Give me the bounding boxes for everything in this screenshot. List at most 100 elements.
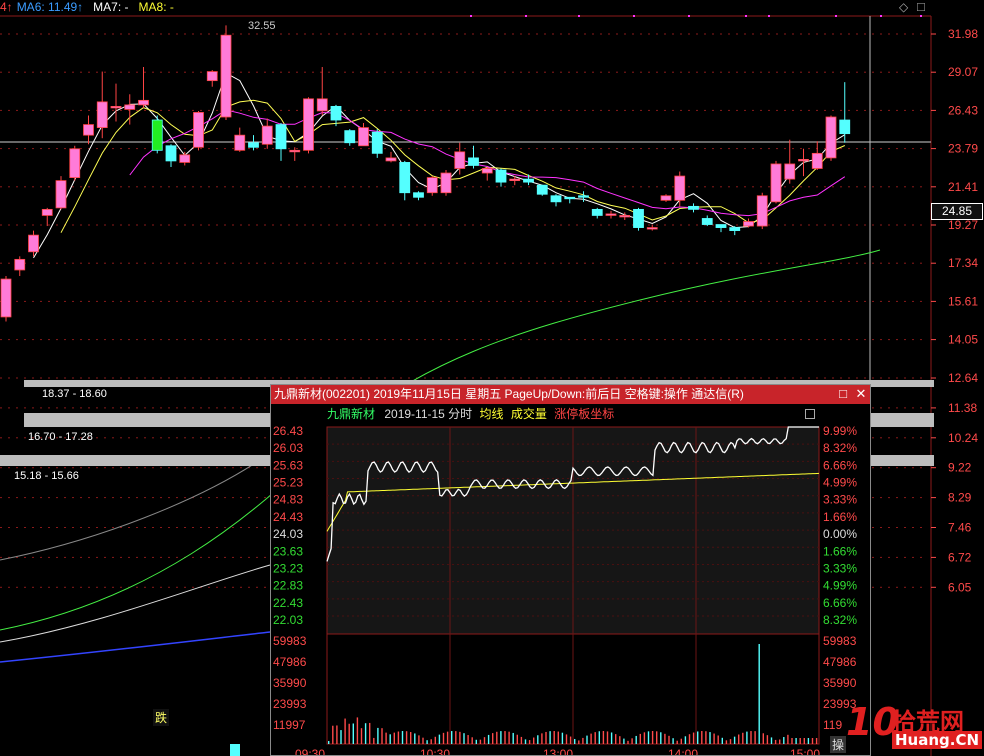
intraday-volume-bar: [623, 738, 625, 744]
intraday-volume-bar: [541, 733, 543, 744]
intraday-volume-bar: [410, 732, 412, 744]
toggle-box-icon[interactable]: [805, 409, 815, 419]
intraday-volume-bar: [574, 738, 576, 744]
limit-scale-label[interactable]: 涨停板坐标: [554, 407, 614, 421]
legend-ma6: MA6: 11.49↑: [16, 0, 84, 14]
candle-body: [344, 130, 356, 144]
top-marker: [745, 15, 747, 17]
price-axis-label: 11.38: [948, 401, 977, 415]
legend-prefix: 4↑: [0, 0, 13, 14]
intraday-volume-bar: [352, 723, 354, 744]
price-axis-label: 12.64: [948, 371, 978, 385]
legend-ma8: MA8: -: [138, 0, 174, 14]
price-axis-label: 15.61: [948, 294, 978, 308]
intraday-volume-bar: [364, 723, 367, 744]
candle-body: [715, 224, 727, 228]
intraday-price-label: 26.03: [273, 441, 303, 455]
candle-body: [550, 195, 562, 203]
ma-magenta-line: [129, 109, 846, 217]
intraday-volume-bar: [709, 732, 711, 744]
price-axis-label: 6.72: [948, 550, 972, 564]
ma-yellow-line: [60, 99, 845, 233]
intraday-volume-bar: [795, 738, 797, 744]
intraday-volume-bar: [676, 740, 678, 744]
intraday-volume-bar: [582, 737, 584, 744]
intraday-volume-bar: [602, 731, 605, 744]
close-icon[interactable]: ✕: [854, 387, 868, 401]
intraday-pct-label: 4.99%: [823, 579, 857, 593]
layout-box-icon[interactable]: □: [917, 0, 925, 14]
intraday-volume-bar: [791, 738, 793, 744]
intraday-volume-bar: [746, 731, 748, 744]
intraday-price-label: 23.23: [273, 561, 303, 575]
top-marker: [880, 15, 882, 17]
avg-line-label: 均线: [479, 407, 504, 421]
intraday-volume-bar: [328, 741, 330, 744]
intraday-volume-bar: [389, 734, 391, 744]
price-axis-label: 8.29: [948, 491, 972, 505]
intraday-volume-bar: [758, 644, 760, 744]
legend-ma7: MA7: -: [93, 0, 129, 14]
intraday-volume-bar: [377, 727, 379, 744]
candle-body: [165, 145, 177, 162]
intraday-volume-bar: [471, 737, 473, 744]
candle-body: [646, 227, 658, 230]
intraday-volume-bar: [369, 722, 371, 744]
candle-body: [41, 208, 53, 216]
intraday-volume-bar: [705, 731, 707, 744]
intraday-volume-label-right: 35990: [823, 676, 857, 690]
candle-body: [468, 157, 479, 166]
intraday-volume-bar: [733, 736, 736, 744]
price-axis-label: 7.46: [948, 521, 972, 535]
intraday-volume-bar: [340, 730, 342, 744]
intraday-volume-bar: [483, 737, 486, 744]
intraday-volume-bar: [815, 738, 818, 744]
intraday-volume-bar: [524, 739, 527, 744]
price-axis-label: 19.27: [948, 218, 978, 232]
intraday-volume-label: 47986: [273, 655, 307, 669]
maximize-icon[interactable]: □: [836, 387, 850, 401]
candle-body: [399, 162, 411, 194]
top-marker: [920, 15, 922, 17]
intraday-volume-bar: [787, 734, 789, 744]
intraday-price-label: 24.83: [273, 493, 303, 507]
intraday-volume-bar: [434, 736, 436, 744]
diamond-icon[interactable]: ◇: [899, 0, 908, 14]
popup-titlebar[interactable]: 九鼎新材(002201) 2019年11月15日 星期五 PageUp/Down…: [271, 385, 870, 404]
intraday-pct-label: 0.00%: [823, 527, 857, 541]
price-axis-label: 17.34: [948, 256, 978, 270]
price-axis-label: 29.07: [948, 65, 978, 79]
intraday-volume-bar: [656, 731, 658, 744]
candle-body: [110, 105, 122, 109]
candle-body: [28, 234, 39, 253]
intraday-volume-bar: [713, 733, 715, 744]
intraday-volume-bar: [553, 731, 555, 744]
intraday-volume-bar: [463, 733, 465, 744]
intraday-volume-bar: [606, 731, 609, 744]
intraday-volume-bar: [500, 731, 502, 744]
tab-hint[interactable]: 操: [830, 736, 847, 753]
candle-body: [798, 159, 809, 162]
intraday-popup[interactable]: 九鼎新材(002201) 2019年11月15日 星期五 PageUp/Down…: [270, 384, 871, 756]
intraday-time-label: 13:00: [543, 747, 573, 756]
candle-body: [619, 215, 631, 218]
intraday-volume-bar: [405, 731, 408, 744]
intraday-volume-bar: [533, 737, 535, 744]
intraday-volume-bar: [455, 731, 457, 744]
current-price-label: 24.85: [931, 203, 983, 220]
price-axis-label: 14.05: [948, 333, 978, 347]
intraday-price-label: 25.63: [273, 458, 303, 472]
intraday-volume-bar: [721, 737, 723, 744]
ma-blue-line: [0, 631, 271, 663]
intraday-volume-bar: [717, 735, 719, 744]
candle-body: [234, 134, 246, 151]
intraday-chart[interactable]: 26.43 9.99% 26.03 8.32% 25.63 6.66% 25.23 4.99%…: [271, 404, 870, 756]
intraday-volume-bar: [762, 733, 764, 744]
candle-body: [440, 172, 452, 194]
intraday-volume-bar: [360, 728, 363, 744]
intraday-volume-label-right: 119: [823, 718, 842, 732]
intraday-time-label: 15:00: [790, 747, 820, 756]
intraday-volume-bar: [738, 734, 740, 744]
intraday-volume-bar: [586, 735, 588, 744]
candle-body: [0, 278, 12, 318]
